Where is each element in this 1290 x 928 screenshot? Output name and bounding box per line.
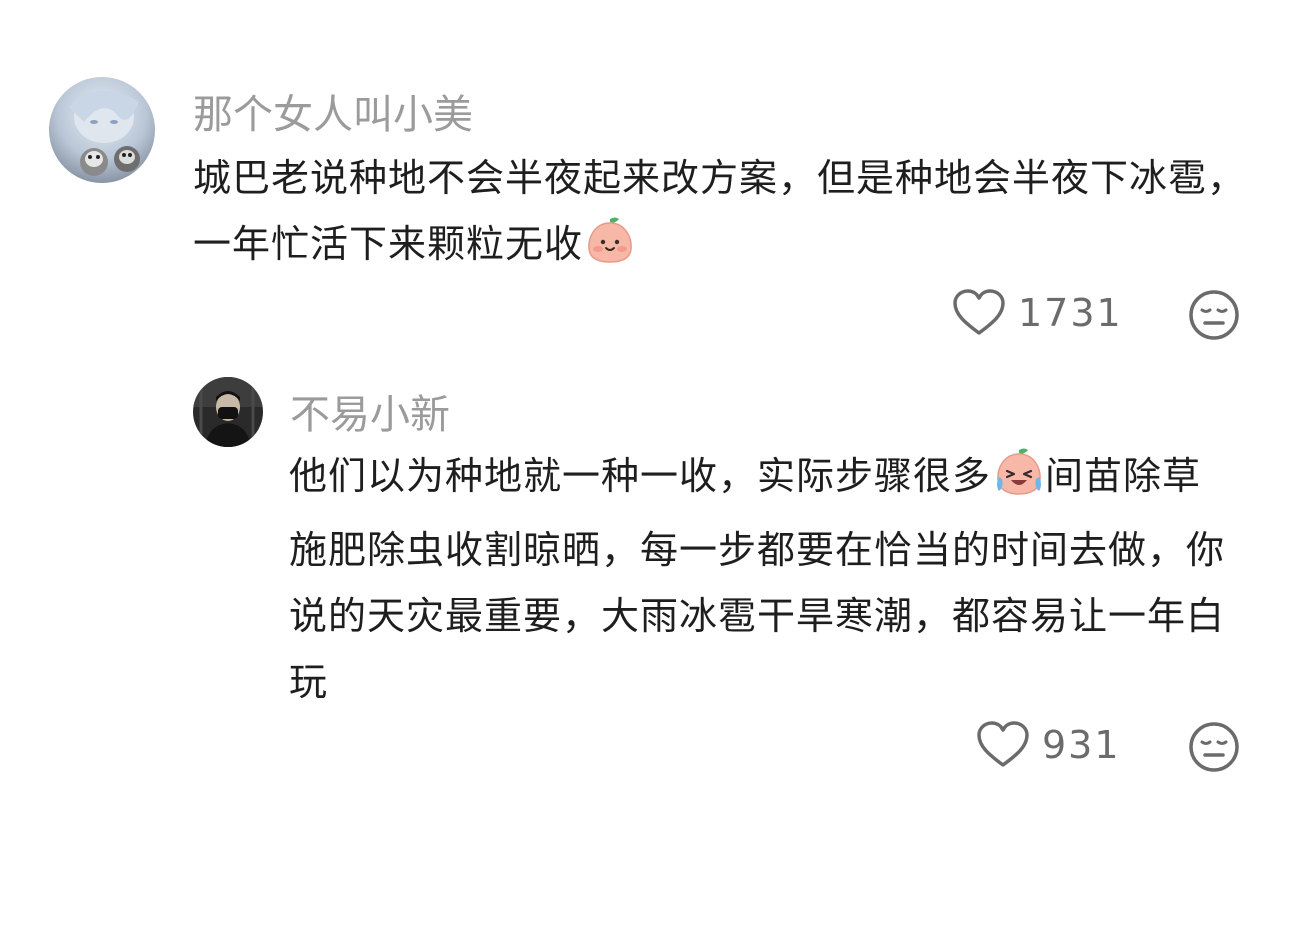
person-with-mask-avatar [193, 377, 263, 447]
comment-body: 城巴老说种地不会半夜起来改方案，但是种地会半夜下冰雹，一年忙活下来颗粒无收 [193, 145, 1253, 285]
peach-crying-laughing-emoji [993, 447, 1045, 517]
like-count: 1731 [1018, 291, 1123, 335]
heart-icon [953, 289, 1005, 335]
anime-girl-with-cats-avatar [49, 77, 155, 183]
comment-username[interactable]: 不易小新 [290, 382, 450, 440]
user-avatar[interactable] [193, 377, 263, 447]
comment-body: 他们以为种地就一种一收，实际步骤很多 间苗除草施肥除虫收割晾晒，每一步都要在恰当的… [289, 443, 1229, 715]
dislike-button[interactable] [1187, 288, 1241, 346]
dislike-button[interactable] [1187, 720, 1241, 778]
like-button[interactable]: 931 [976, 720, 1121, 770]
peach-smile-emoji [585, 215, 635, 285]
comment-text: 他们以为种地就一种一收，实际步骤很多 [289, 454, 992, 498]
like-button[interactable]: 1731 [952, 288, 1123, 338]
like-count: 931 [1042, 723, 1121, 767]
neutral-face-icon [1189, 722, 1239, 772]
user-avatar[interactable] [49, 77, 155, 183]
heart-icon [977, 721, 1029, 767]
neutral-face-icon [1189, 290, 1239, 340]
comment-text: 城巴老说种地不会半夜起来改方案，但是种地会半夜下冰雹，一年忙活下来颗粒无收 [193, 156, 1247, 266]
comment-username[interactable]: 那个女人叫小美 [193, 82, 473, 140]
